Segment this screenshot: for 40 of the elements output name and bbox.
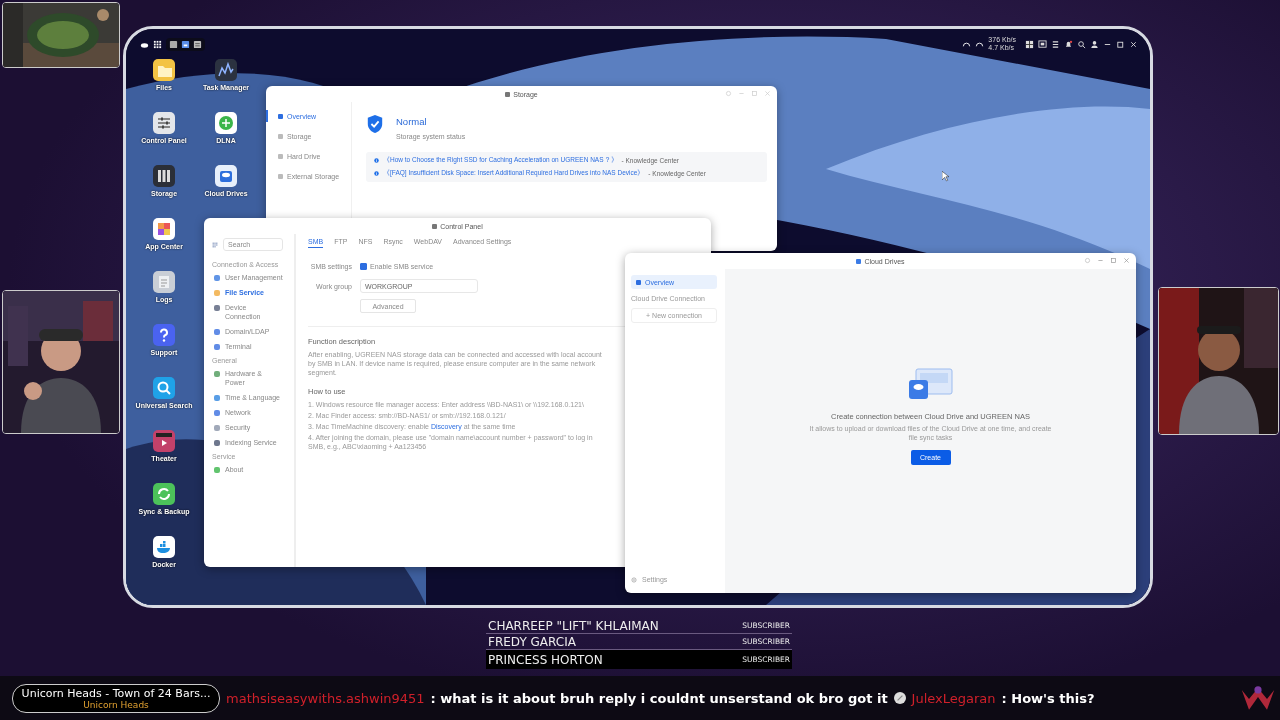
close-icon[interactable] — [1129, 39, 1138, 49]
chat-username: JulexLegaran — [911, 690, 996, 706]
song-title: Unicorn Heads - Town of 24 Bars... — [21, 686, 211, 700]
chat-username: mathsiseasywiths.ashwin9451 — [226, 690, 425, 706]
shield-check-icon — [366, 114, 384, 134]
chat-message: : what is it about bruh reply i couldnt unserstand ok bro got it — [430, 690, 888, 706]
app-grid-icon[interactable] — [153, 39, 162, 49]
user-icon[interactable] — [1090, 39, 1099, 49]
bell-icon[interactable] — [1064, 39, 1073, 49]
cursor-icon — [942, 171, 949, 182]
document-icon[interactable] — [153, 271, 175, 293]
subscriber-name: CHARREEP "LIFT" KHLAIMAN — [488, 618, 659, 633]
folder-icon[interactable] — [153, 59, 175, 81]
monitor-icon[interactable] — [1038, 39, 1047, 49]
question-icon[interactable] — [153, 324, 175, 346]
drive-icon[interactable] — [181, 39, 190, 49]
subscriber-name: FREDY GARCIA — [488, 634, 576, 649]
info-icon — [374, 171, 379, 176]
sliders-icon[interactable] — [193, 39, 202, 49]
chart-icon[interactable] — [215, 59, 237, 81]
window-icon[interactable] — [169, 39, 178, 49]
whale-icon[interactable] — [153, 536, 175, 558]
status-text: Normal — [396, 116, 428, 127]
separator-icon — [893, 692, 906, 704]
play-icon[interactable] — [153, 430, 175, 452]
song-artist: Unicorn Heads — [83, 699, 149, 710]
cloud-drive-icon[interactable] — [215, 165, 237, 187]
restore-icon[interactable] — [1116, 39, 1125, 49]
chat-message: : How's this? — [1001, 690, 1095, 706]
info-icon — [374, 158, 379, 163]
subscriber-name: PRINCESS HORTON — [488, 652, 603, 667]
drive-bays-icon[interactable] — [153, 165, 175, 187]
cloud-nas-illustration — [907, 367, 954, 400]
list-icon[interactable] — [1051, 39, 1060, 49]
search-icon[interactable] — [153, 377, 175, 399]
puzzle-icon[interactable] — [153, 218, 175, 240]
sliders-icon[interactable] — [153, 112, 175, 134]
sync-icon[interactable] — [153, 483, 175, 505]
grid-icon[interactable] — [1025, 39, 1034, 49]
search-icon[interactable] — [1077, 39, 1086, 49]
